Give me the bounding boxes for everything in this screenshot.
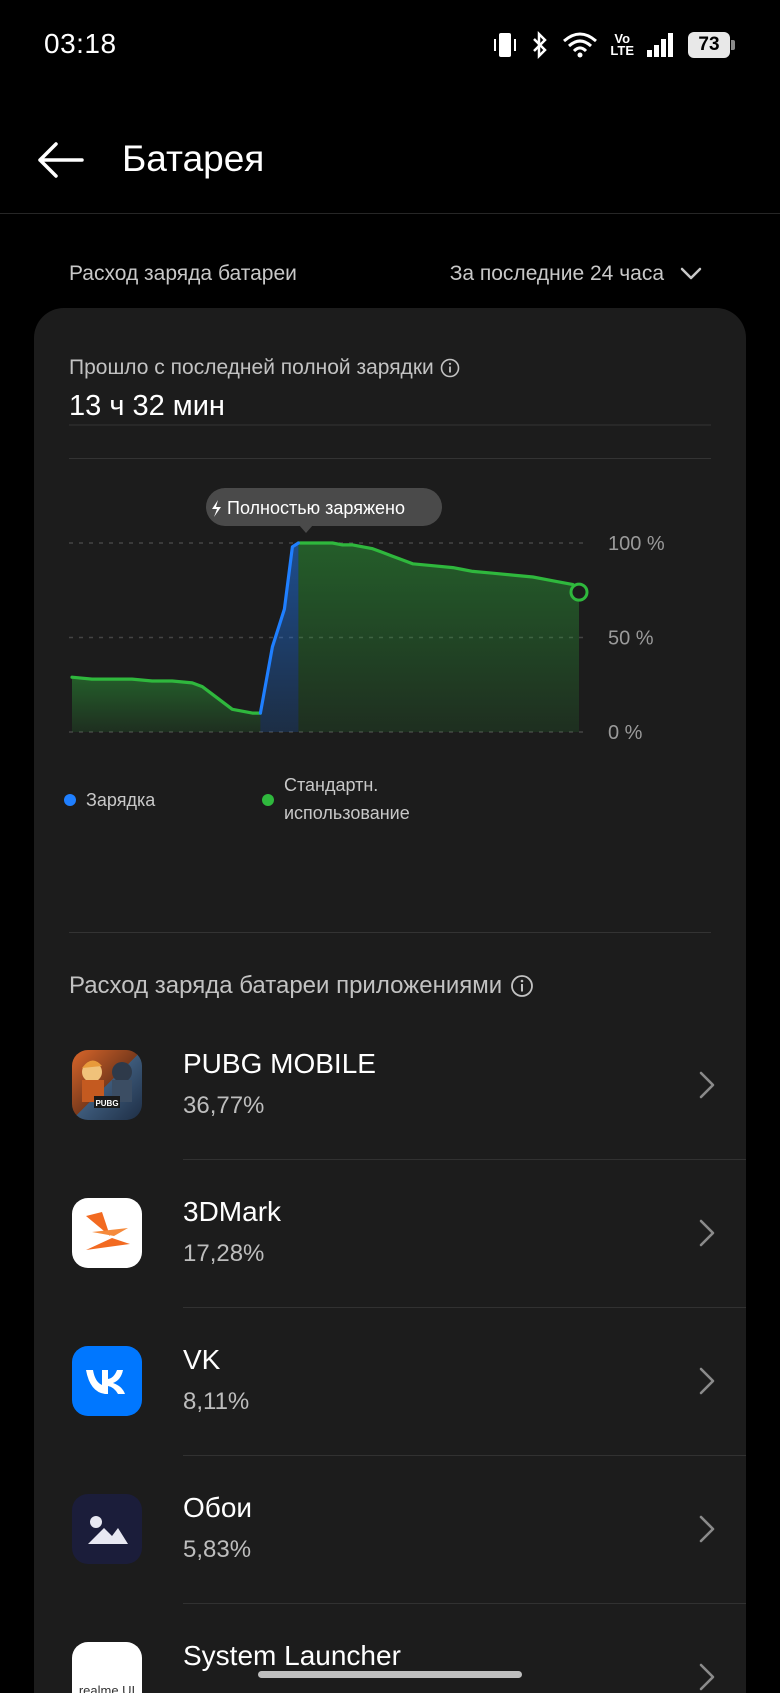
app-percent: 17,28% <box>183 1240 265 1267</box>
legend-dot-charging <box>64 794 76 806</box>
chart-tooltip: Полностью заряжено <box>206 488 442 533</box>
legend-dot-standard <box>262 794 274 806</box>
battery-chart: 100 %50 %0 %03:0007:0011:0015:0019:0023:… <box>69 424 711 744</box>
app-name: VK <box>183 1344 221 1375</box>
tooltip-pointer <box>299 525 313 533</box>
home-indicator[interactable] <box>258 1671 522 1678</box>
app-percent: 8,11% <box>183 1388 250 1415</box>
app-name: PUBG MOBILE <box>183 1048 376 1079</box>
vibrate-icon <box>494 33 517 57</box>
app-bar: Батарея <box>0 110 780 214</box>
app-row-wallpapers[interactable]: Обои 5,83% <box>34 1456 746 1604</box>
chevron-right-icon <box>699 1219 715 1247</box>
3dmark-icon <box>72 1198 142 1268</box>
y-tick-label: 0 % <box>608 722 643 744</box>
bluetooth-icon <box>533 30 548 60</box>
legend-charging: Зарядка <box>64 786 155 814</box>
y-tick-label: 100 % <box>608 533 665 555</box>
chevron-right-icon <box>699 1515 715 1543</box>
wallpapers-icon <box>72 1494 142 1564</box>
usage-section-label: Расход заряда батареи <box>69 262 297 285</box>
chevron-right-icon <box>699 1071 715 1099</box>
battery-card: Прошло с последней полной зарядки 13 ч 3… <box>34 308 746 1693</box>
chevron-right-icon <box>699 1367 715 1395</box>
svg-text:PUBG: PUBG <box>95 1099 118 1108</box>
period-dropdown[interactable]: За последние 24 часа <box>450 256 702 292</box>
app-name: Обои <box>183 1492 253 1523</box>
status-time: 03:18 <box>44 28 117 59</box>
chevron-down-icon <box>680 267 702 280</box>
wifi-icon <box>563 32 598 58</box>
signal-icon <box>647 33 673 57</box>
usage-area <box>298 543 579 732</box>
pubg-icon: PUBG <box>72 1050 142 1120</box>
chevron-right-icon <box>699 1663 715 1691</box>
page-title: Батарея <box>122 138 265 179</box>
charging-area <box>260 543 299 732</box>
realme-ui-icon: realme UI <box>72 1642 142 1693</box>
usage-section-header: Расход заряда батареи За последние 24 ча… <box>0 250 780 300</box>
app-row-pubg-mobile[interactable]: PUBG PUBG MOBILE 36,77% <box>34 1012 746 1160</box>
app-name: System Launcher <box>183 1640 401 1671</box>
app-row-system-launcher[interactable]: realme UI System Launcher <box>34 1604 746 1693</box>
vk-icon <box>72 1346 142 1416</box>
volte-indicator: Vo LTE <box>610 31 634 58</box>
app-name: 3DMark <box>183 1196 282 1227</box>
info-icon[interactable] <box>510 974 534 998</box>
period-value: За последние 24 часа <box>449 262 664 285</box>
app-percent: 5,83% <box>183 1536 252 1563</box>
app-row-3dmark[interactable]: 3DMark 17,28% <box>34 1160 746 1308</box>
apps-section-title: Расход заряда батареи приложениями <box>69 972 534 1000</box>
app-percent: 36,77% <box>183 1092 265 1119</box>
battery-icon: 73 <box>688 32 735 58</box>
legend-standard: Стандартн. использование <box>262 771 410 827</box>
divider <box>69 932 711 933</box>
tooltip-text: Полностью заряжено <box>227 498 405 518</box>
app-row-vk[interactable]: VK 8,11% <box>34 1308 746 1456</box>
arrow-left-icon <box>38 142 84 178</box>
usage-area <box>72 677 261 732</box>
y-tick-label: 50 % <box>608 628 654 650</box>
status-bar: 03:18 Vo LTE 73 <box>0 0 780 90</box>
current-level-marker <box>569 582 589 602</box>
back-button[interactable] <box>30 130 90 190</box>
status-icons: Vo LTE 73 <box>492 28 735 62</box>
